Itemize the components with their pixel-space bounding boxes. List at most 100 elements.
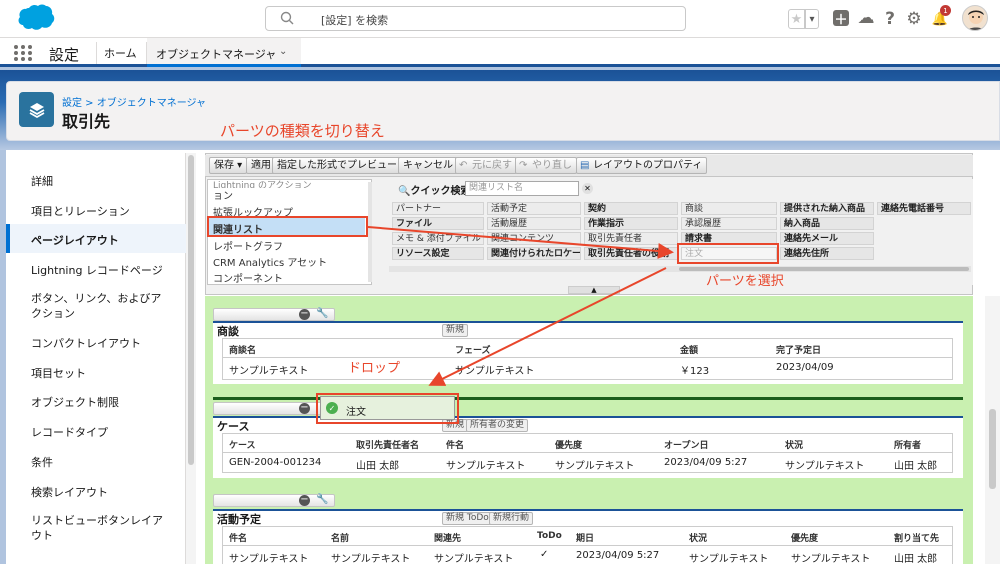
global-search[interactable]: [設定] を検索 [265, 6, 686, 31]
palette-item-contracts[interactable]: 契約 [584, 202, 678, 215]
undo-button[interactable]: ↶ 元に戻す [455, 157, 517, 174]
palette-item-related-content[interactable]: 関連コンテンツ [487, 232, 581, 245]
table-cell: サンプルテキスト [434, 554, 514, 564]
favorites-star-icon[interactable]: ★ [788, 9, 805, 29]
annotation-box-part [677, 243, 779, 264]
section-title: 活動予定 [217, 513, 261, 526]
sidebar-item-fields[interactable]: 項目とリレーション [31, 203, 130, 219]
salesforce-logo[interactable] [11, 4, 55, 34]
tab-home[interactable]: ホーム [104, 45, 137, 61]
sidebar-item-object-limits[interactable]: オブジェクト制限 [31, 394, 119, 410]
category-components[interactable]: コンポーネント [213, 270, 283, 285]
palette-item-associated-locations[interactable]: 関連付けられたロケーション [487, 247, 581, 260]
save-button[interactable]: 保存 ▾ [209, 157, 248, 174]
sidebar-item-list-view-button-layout[interactable]: リストビューボタンレイアウト [31, 513, 171, 543]
table-cell: サンプルテキスト [791, 554, 871, 564]
palette-item-open-activities[interactable]: 活動予定 [487, 202, 581, 215]
canvas-scrollbar[interactable] [985, 296, 1000, 564]
sidebar-item-compact-layouts[interactable]: コンパクトレイアウト [31, 335, 141, 351]
new-event-button[interactable]: 新規行動 [489, 512, 534, 525]
notification-count-badge: 1 [940, 5, 951, 16]
help-icon[interactable]: ? [882, 8, 898, 30]
palette-item-files[interactable]: ファイル [392, 217, 484, 230]
table-cell: 山田 太郎 [894, 554, 938, 564]
palette-item-partners[interactable]: パートナー [392, 202, 484, 215]
table-cell: サンプルテキスト [455, 366, 535, 377]
palette-item-approval-history[interactable]: 承認履歴 [681, 217, 777, 230]
user-avatar[interactable] [962, 5, 988, 31]
table-cell: サンプルテキスト [785, 461, 865, 472]
remove-section-icon[interactable]: − [299, 309, 310, 320]
column-header: 名前 [331, 534, 350, 544]
scrollbar-thumb[interactable] [989, 409, 996, 489]
layout-properties-label: レイアウトのプロパティ [593, 160, 703, 171]
undo-label: 元に戻す [472, 160, 512, 171]
sidebar-item-field-sets[interactable]: 項目セット [31, 365, 86, 381]
palette-item-opportunities[interactable]: 商談 [681, 202, 777, 215]
quick-search-input[interactable]: 関連リスト名 [465, 181, 579, 196]
search-icon [280, 11, 294, 25]
undo-icon: ↶ [459, 160, 468, 171]
table-cell: サンプルテキスト [689, 554, 769, 564]
chevron-down-icon[interactable]: ⌄ [279, 46, 287, 57]
sidebar-item-record-types[interactable]: レコードタイプ [31, 424, 108, 440]
global-actions-plus-icon[interactable]: ＋ [833, 10, 849, 28]
palette-item-contact-roles[interactable]: 取引先責任者の役割 [584, 247, 678, 260]
cancel-button[interactable]: キャンセル [398, 157, 458, 174]
palette-collapse-handle[interactable]: ▲ [568, 286, 620, 294]
category-actions-wrap[interactable]: ョン [213, 187, 233, 202]
column-header: 状況 [785, 441, 804, 451]
layout-properties-button[interactable]: ▤ レイアウトのプロパティ [576, 157, 708, 174]
favorites-menu-icon[interactable]: ▾ [805, 9, 819, 29]
annotation-select-part: パーツを選択 [706, 274, 784, 289]
sidebar-item-page-layouts[interactable]: ページレイアウト [31, 232, 119, 248]
sidebar-item-details[interactable]: 詳細 [31, 173, 53, 189]
category-crm-analytics[interactable]: CRM Analytics アセット [213, 254, 327, 269]
palette-item-assets[interactable]: 提供された納入商品 [780, 202, 874, 215]
palette-item-activity-history[interactable]: 活動履歴 [487, 217, 581, 230]
sidebar-item-search-layouts[interactable]: 検索レイアウト [31, 484, 108, 500]
remove-section-icon[interactable]: − [299, 403, 310, 414]
palette-item-notes-attachments[interactable]: メモ & 添付ファイル [392, 232, 484, 245]
new-task-button[interactable]: 新規 ToDo [442, 512, 493, 525]
page-header [6, 81, 1000, 141]
app-launcher-icon[interactable] [13, 44, 33, 62]
scrollbar-thumb[interactable] [188, 155, 194, 465]
table-cell: サンプルテキスト [229, 554, 309, 564]
wrench-icon[interactable]: 🔧 [316, 308, 328, 319]
sidebar-item-lightning-record-pages[interactable]: Lightning レコードページ [31, 262, 163, 278]
column-header: 関連先 [434, 534, 462, 544]
nav-divider [96, 42, 97, 64]
remove-section-icon[interactable]: − [299, 495, 310, 506]
palette-item-work-orders[interactable]: 作業指示 [584, 217, 678, 230]
palette-item-contact-emails[interactable]: 連絡先メール [780, 232, 874, 245]
sidebar-item-restriction-rules[interactable]: 条件 [31, 454, 53, 470]
wrench-icon[interactable]: 🔧 [316, 494, 328, 505]
palette-scrollbar[interactable] [389, 266, 971, 272]
palette-item-contacts[interactable]: 取引先責任者 [584, 232, 678, 245]
palette-item-resource-preferences[interactable]: リソース設定 [392, 247, 484, 260]
table-cell: 2023/04/09 5:27 [664, 457, 748, 468]
palette-item-contact-phones[interactable]: 連絡先電話番号 [877, 202, 971, 215]
category-scrollbar[interactable] [368, 182, 372, 282]
palette-item-contact-addresses[interactable]: 連絡先住所 [780, 247, 874, 260]
table-cell: サンプルテキスト [555, 461, 635, 472]
palette-item-installed-products[interactable]: 納入商品 [780, 217, 874, 230]
sidebar-scrollbar[interactable] [186, 153, 196, 564]
sidebar-item-buttons-links-actions[interactable]: ボタン、リンク、およびアクション [31, 291, 171, 321]
clear-search-icon[interactable]: ✕ [582, 183, 593, 194]
redo-button[interactable]: ↷ やり直し [515, 157, 577, 174]
change-owner-button[interactable]: 所有者の変更 [466, 419, 529, 432]
row-divider [223, 452, 952, 453]
breadcrumb[interactable]: 設定 > オブジェクトマネージャ [62, 94, 206, 109]
category-report-charts[interactable]: レポートグラフ [213, 238, 283, 253]
column-header: 状況 [689, 534, 708, 544]
setup-gear-icon[interactable]: ⚙ [905, 9, 923, 29]
column-header: 完了予定日 [776, 346, 822, 356]
trailhead-cloud-icon[interactable]: ☁ [856, 8, 876, 28]
search-placeholder: [設定] を検索 [321, 14, 389, 27]
tab-object-manager[interactable]: オブジェクトマネージャ ⌄ [147, 38, 301, 67]
new-button[interactable]: 新規 [442, 324, 469, 337]
annotation-switch-type: パーツの種類を切り替え [220, 122, 385, 140]
table-cell: 山田 太郎 [356, 461, 400, 472]
